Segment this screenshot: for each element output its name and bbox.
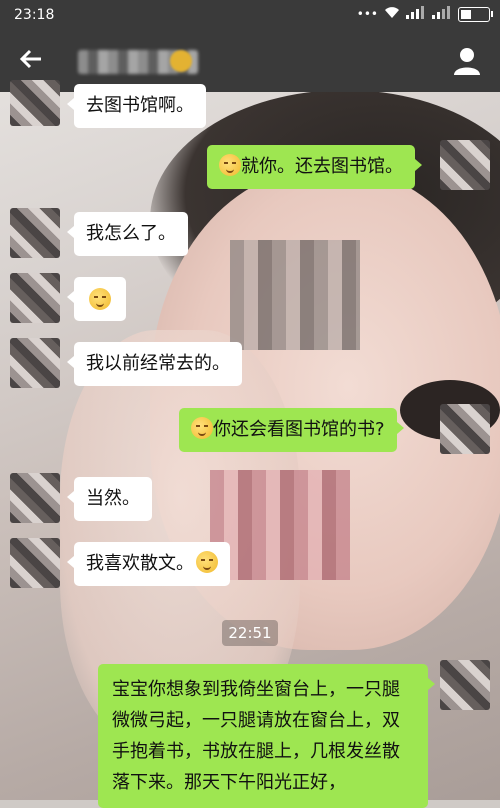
person-icon: [454, 48, 480, 75]
message-bubble-left[interactable]: 去图书馆啊。: [67, 84, 206, 128]
signal-icon-2: [432, 6, 452, 22]
more-dots-icon: •••: [356, 7, 378, 21]
message-text: 宝宝你想象到我倚坐窗台上，一只腿微微弓起，一只腿请放在窗台上，双手抱着书，书放在…: [112, 679, 400, 793]
contact-avatar[interactable]: [10, 80, 60, 126]
message-bubble-right[interactable]: 宝宝你想象到我倚坐窗台上，一只腿微微弓起，一只腿请放在窗台上，双手抱着书，书放在…: [98, 664, 435, 808]
profile-button[interactable]: [452, 46, 482, 78]
message-bubble-left[interactable]: 我以前经常去的。: [67, 342, 242, 386]
status-bar: 23:18 •••: [0, 0, 500, 32]
message-text: 我以前经常去的。: [86, 353, 230, 374]
message-text: 当然。: [86, 488, 140, 509]
emoji-icon: [170, 50, 192, 72]
message-bubble-left[interactable]: 我怎么了。: [67, 212, 188, 256]
back-button[interactable]: [14, 46, 48, 78]
self-avatar[interactable]: [440, 404, 490, 454]
message-text: 就你。还去图书馆。: [241, 156, 403, 177]
contact-avatar[interactable]: [10, 273, 60, 323]
message-text: 去图书馆啊。: [86, 95, 194, 116]
smile-emoji-icon: [219, 154, 241, 176]
self-avatar[interactable]: [440, 660, 490, 710]
message-text: 你还会看图书馆的书?: [213, 419, 385, 440]
timestamp: 22:51: [222, 620, 278, 646]
battery-icon: [458, 6, 493, 22]
message-bubble-right[interactable]: 就你。还去图书馆。: [207, 145, 422, 189]
status-time: 23:18: [14, 7, 55, 23]
smile-emoji-icon: [191, 417, 213, 439]
chat-header: [0, 32, 500, 92]
smile-emoji-icon: [89, 288, 111, 310]
contact-avatar[interactable]: [10, 338, 60, 388]
message-bubble-left[interactable]: 当然。: [67, 477, 152, 521]
wifi-icon: [384, 6, 400, 22]
contact-avatar[interactable]: [10, 208, 60, 258]
message-text: 我怎么了。: [86, 223, 176, 244]
thinking-emoji-icon: [196, 551, 218, 573]
arrow-left-icon: [19, 49, 41, 69]
message-bubble-left[interactable]: [67, 277, 126, 321]
pixelated-eye-region: [230, 240, 360, 350]
pixelated-mouth-region: [210, 470, 350, 580]
signal-icon: [406, 6, 426, 22]
contact-avatar[interactable]: [10, 538, 60, 588]
contact-avatar[interactable]: [10, 473, 60, 523]
message-bubble-right[interactable]: 你还会看图书馆的书?: [179, 408, 404, 452]
self-avatar[interactable]: [440, 140, 490, 190]
message-text: 我喜欢散文。: [86, 553, 194, 574]
message-bubble-left[interactable]: 我喜欢散文。: [67, 542, 230, 586]
status-icons: •••: [356, 6, 493, 22]
